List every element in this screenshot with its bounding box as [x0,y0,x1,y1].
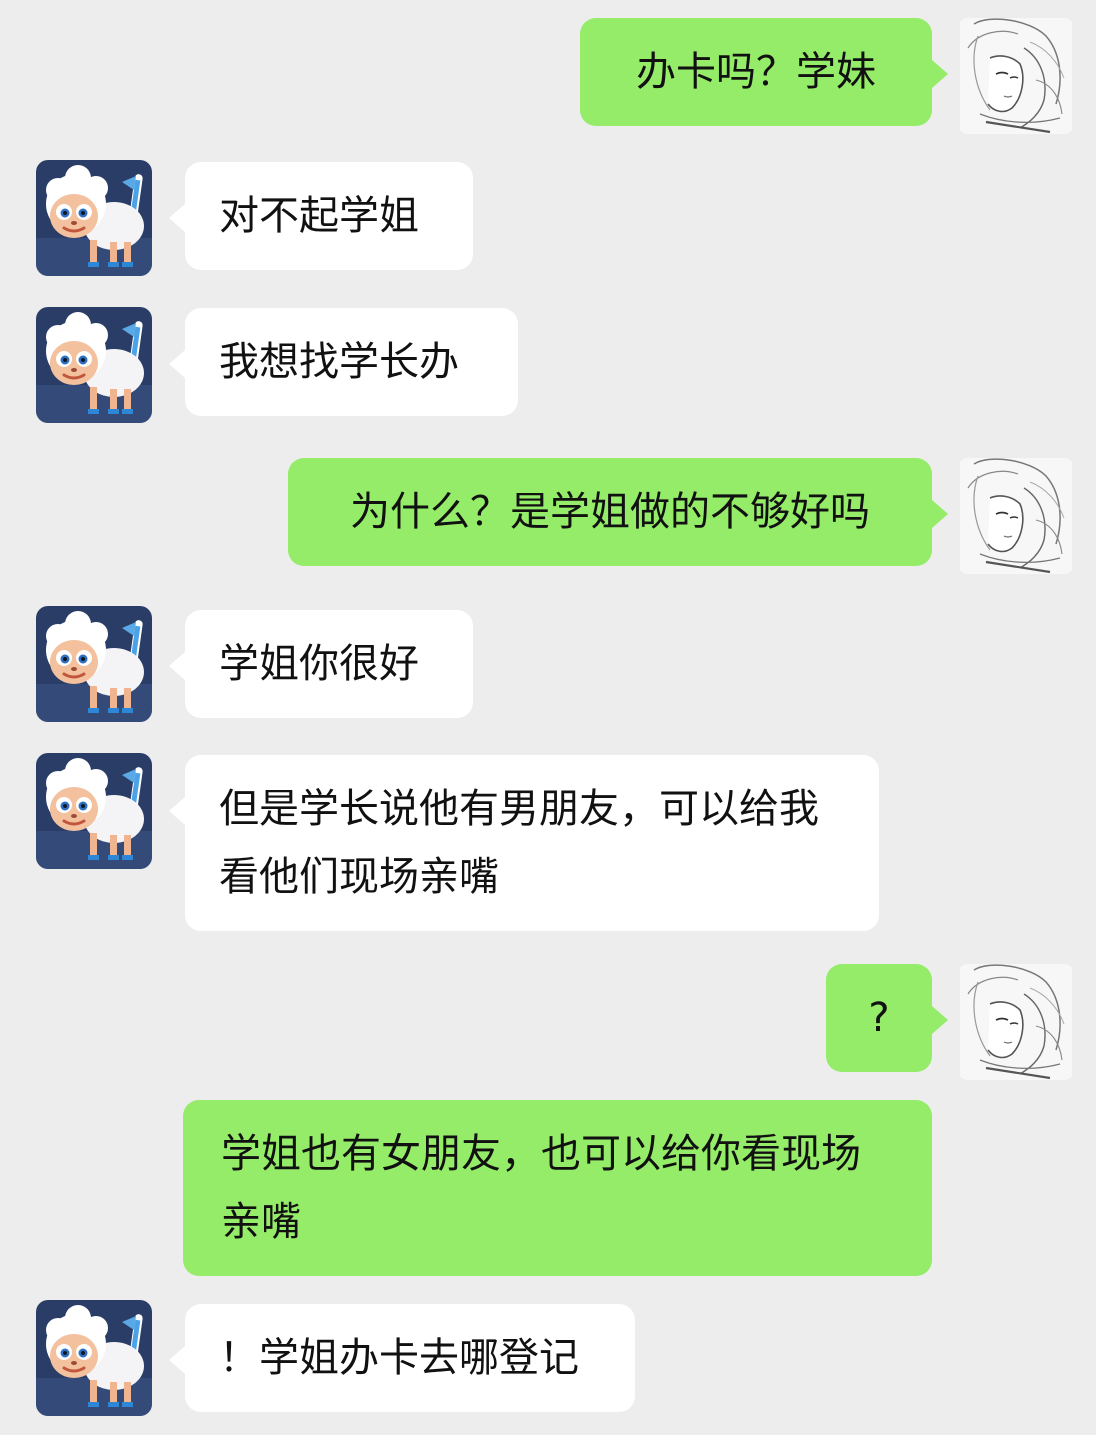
white-sheep-avatar-icon [36,160,152,276]
message-bubble-incoming[interactable]: ！学姐办卡去哪登记 [169,1304,635,1412]
self-avatar[interactable] [958,458,1074,574]
self-avatar[interactable] [958,18,1074,134]
sketch-girl-avatar-icon [958,458,1074,574]
message-bubble-incoming[interactable]: 但是学长说他有男朋友，可以给我看他们现场亲嘴 [169,755,879,931]
message-text: 学姐也有女朋友，也可以给你看现场亲嘴 [221,1131,861,1245]
chat-window: 办卡吗？学妹 对不起学姐 我想找学长办 为什么？是学姐做的不够好吗 学姐你很好 … [0,0,1096,1435]
sketch-girl-avatar-icon [958,18,1074,134]
message-text: 对不起学姐 [219,193,419,239]
message-bubble-incoming[interactable]: 学姐你很好 [169,610,473,718]
message-bubble-incoming[interactable]: 我想找学长办 [169,308,518,416]
message-text: 我想找学长办 [219,339,459,385]
sketch-girl-avatar-icon [958,964,1074,1080]
self-avatar[interactable] [958,964,1074,1080]
message-text: 为什么？是学姐做的不够好吗 [350,489,870,535]
message-text: 办卡吗？学妹 [636,49,876,95]
contact-avatar[interactable] [36,160,152,276]
white-sheep-avatar-icon [36,606,152,722]
contact-avatar[interactable] [36,307,152,423]
message-text: 但是学长说他有男朋友，可以给我看他们现场亲嘴 [219,786,819,900]
message-text: ? [868,995,890,1041]
message-bubble-outgoing[interactable]: 为什么？是学姐做的不够好吗 [288,458,948,566]
white-sheep-avatar-icon [36,307,152,423]
message-text: 学姐你很好 [219,641,419,687]
white-sheep-avatar-icon [36,753,152,869]
message-text: ！学姐办卡去哪登记 [219,1335,579,1381]
white-sheep-avatar-icon [36,1300,152,1416]
contact-avatar[interactable] [36,753,152,869]
contact-avatar[interactable] [36,1300,152,1416]
contact-avatar[interactable] [36,606,152,722]
message-bubble-incoming[interactable]: 对不起学姐 [169,162,473,270]
message-bubble-outgoing[interactable]: ? [826,964,948,1072]
message-bubble-outgoing[interactable]: 办卡吗？学妹 [580,18,948,126]
message-bubble-outgoing[interactable]: 学姐也有女朋友，也可以给你看现场亲嘴 [183,1100,932,1276]
